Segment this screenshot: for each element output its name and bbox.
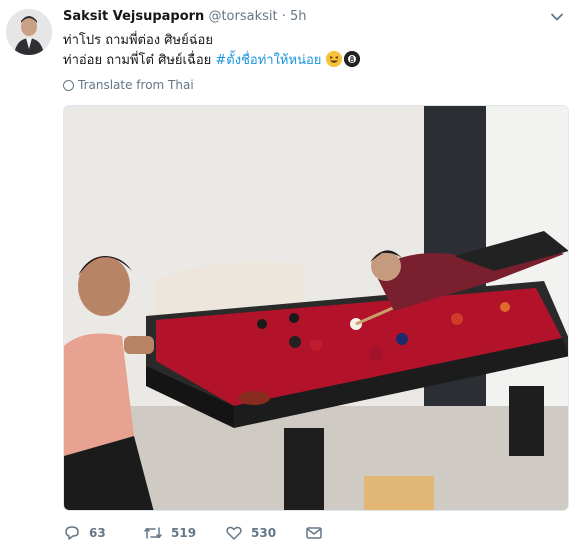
pool-8-ball-emoji: [343, 51, 360, 67]
message-button[interactable]: [305, 523, 331, 543]
message-icon: [306, 527, 322, 539]
translate-label: Translate from Thai: [78, 78, 194, 92]
hashtag-link[interactable]: #ตั้งชื่อท่าให้หน่อย: [215, 53, 321, 68]
separator-dot: ·: [281, 9, 286, 24]
reply-count: 63: [89, 526, 106, 540]
like-button[interactable]: 530: [225, 523, 276, 543]
reply-button[interactable]: 63: [63, 523, 106, 543]
tweet-text-line-2-body: ท่าอ่อย ถามพี่โต๋ ศิษย์เฉื่อย: [63, 53, 216, 68]
grinning-squint-emoji: [325, 51, 342, 67]
tweet-time[interactable]: 5h: [290, 9, 307, 24]
photo-illustration: [64, 106, 568, 510]
tweet-text: ท่าโปร ถามพี่ต่อง ศิษย์ฉ่อย ท่าอ่อย ถามพ…: [63, 31, 360, 71]
tweet-text-line-2: ท่าอ่อย ถามพี่โต๋ ศิษย์เฉื่อย #ตั้งชื่อท…: [63, 51, 360, 71]
author-handle[interactable]: @torsaksit: [208, 9, 277, 24]
globe-icon: [63, 80, 74, 91]
like-icon: [226, 526, 242, 540]
avatar[interactable]: [6, 9, 52, 55]
translate-link[interactable]: Translate from Thai: [63, 78, 194, 92]
retweet-icon: [144, 527, 162, 539]
tweet-card: Saksit Vejsupaporn @torsaksit · 5h ท่าโป…: [0, 0, 576, 555]
tweet-photo[interactable]: [63, 105, 569, 511]
tweet-text-line-1: ท่าโปร ถามพี่ต่อง ศิษย์ฉ่อย: [63, 33, 213, 48]
like-count: 530: [251, 526, 277, 540]
author-name[interactable]: Saksit Vejsupaporn: [63, 9, 204, 24]
chevron-down-icon[interactable]: [550, 10, 564, 24]
retweet-button[interactable]: 519: [143, 523, 196, 543]
retweet-count: 519: [171, 526, 197, 540]
tweet-header: Saksit Vejsupaporn @torsaksit · 5h: [63, 9, 546, 29]
reply-icon: [65, 526, 79, 540]
